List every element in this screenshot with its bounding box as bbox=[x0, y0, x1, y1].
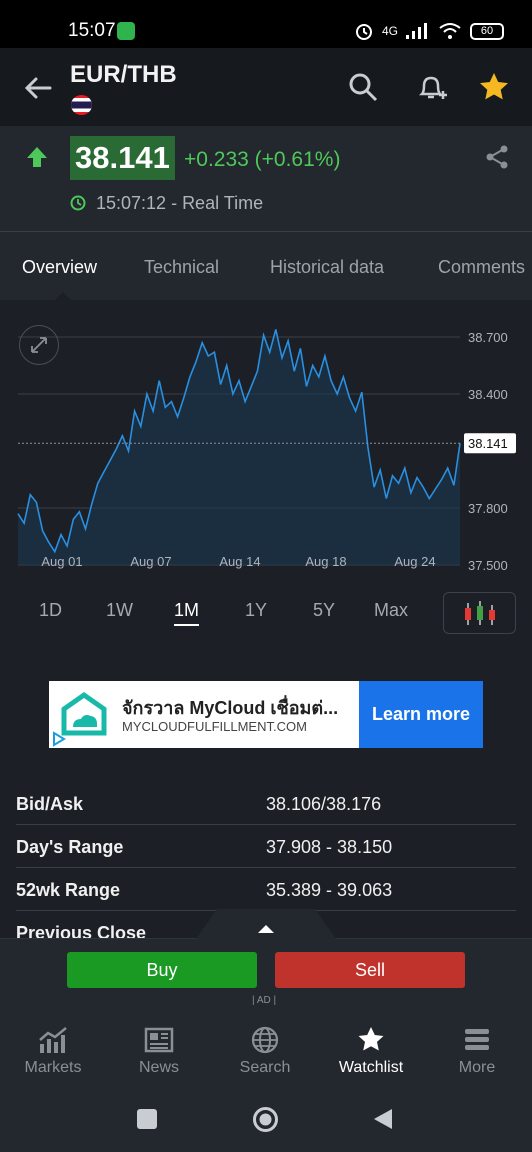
ad-url: MYCLOUDFULFILLMENT.COM bbox=[122, 719, 307, 734]
y-tick-label: 37.800 bbox=[468, 501, 508, 516]
expand-chart-button[interactable] bbox=[19, 325, 59, 365]
range-5y[interactable]: 5Y bbox=[313, 600, 335, 621]
range-max[interactable]: Max bbox=[374, 600, 408, 621]
adchoices-icon[interactable] bbox=[51, 731, 67, 747]
expand-icon bbox=[31, 337, 47, 353]
app-header: EUR/THB bbox=[0, 48, 532, 126]
nav-search[interactable]: Search bbox=[212, 1014, 318, 1090]
tab-indicator bbox=[55, 292, 71, 300]
alarm-icon bbox=[355, 24, 372, 40]
add-alert-icon[interactable] bbox=[414, 70, 448, 104]
app-notification-icon bbox=[117, 22, 135, 40]
stat-label: 52wk Range bbox=[16, 880, 121, 900]
sell-button[interactable]: Sell bbox=[275, 952, 465, 988]
nav-more[interactable]: More bbox=[424, 1014, 530, 1090]
nav-label: Markets bbox=[24, 1059, 82, 1076]
chart-area-fill bbox=[18, 329, 460, 565]
nav-label: Watchlist bbox=[338, 1059, 404, 1076]
trade-bar: Buy Sell | AD | bbox=[0, 909, 532, 1014]
star-icon[interactable] bbox=[477, 70, 511, 104]
buy-button[interactable]: Buy bbox=[67, 952, 257, 988]
y-tick-label: 38.700 bbox=[468, 330, 508, 345]
system-navigation-bar bbox=[0, 1090, 532, 1152]
ad-banner[interactable]: จักรวาล MyCloud เชื่อมต่... MYCLOUDFULFI… bbox=[49, 681, 483, 748]
current-price-label: 38.141 bbox=[468, 436, 508, 451]
range-1w[interactable]: 1W bbox=[106, 600, 133, 621]
bottom-nav: Markets News Search Watchlist More bbox=[0, 1014, 532, 1090]
x-tick-label: Aug 24 bbox=[394, 554, 435, 569]
x-tick-label: Aug 18 bbox=[305, 554, 346, 569]
section-tabs: Overview Technical Historical data Comme… bbox=[0, 232, 532, 300]
nav-label: More bbox=[458, 1059, 496, 1076]
range-1d[interactable]: 1D bbox=[39, 600, 62, 621]
back-arrow-icon[interactable] bbox=[22, 72, 54, 104]
nav-label: Search bbox=[239, 1059, 291, 1076]
menu-icon bbox=[465, 1029, 489, 1050]
home-icon[interactable] bbox=[252, 1106, 279, 1133]
star-icon bbox=[358, 1027, 384, 1051]
y-tick-label: 37.500 bbox=[468, 558, 508, 573]
status-time: 15:07 bbox=[68, 20, 116, 41]
candlestick-toggle-button[interactable] bbox=[443, 592, 516, 634]
x-tick-label: Aug 14 bbox=[219, 554, 260, 569]
y-tick-label: 38.400 bbox=[468, 387, 508, 402]
tab-technical[interactable]: Technical bbox=[144, 257, 219, 278]
price-chart[interactable]: 38.700 38.400 37.800 37.500 38.141 Aug 01 Aug … bbox=[0, 300, 532, 670]
markets-icon bbox=[39, 1027, 67, 1053]
quote-panel: 38.141 +0.233 (+0.61%) 15:07:12 - Real T… bbox=[0, 126, 532, 232]
globe-icon bbox=[251, 1026, 279, 1054]
stat-label: Day's Range bbox=[16, 837, 124, 857]
x-tick-label: Aug 01 bbox=[41, 554, 82, 569]
search-icon[interactable] bbox=[346, 70, 380, 104]
chevron-up-icon[interactable] bbox=[258, 925, 274, 933]
stat-label: Bid/Ask bbox=[16, 794, 84, 814]
stat-row: Bid/Ask 38.106/38.176 bbox=[16, 782, 516, 825]
signal-icon bbox=[406, 23, 427, 39]
stat-row: 52wk Range 35.389 - 39.063 bbox=[16, 868, 516, 911]
share-icon[interactable] bbox=[484, 144, 510, 170]
range-1y[interactable]: 1Y bbox=[245, 600, 267, 621]
tab-historical-data[interactable]: Historical data bbox=[270, 257, 384, 278]
x-tick-label: Aug 07 bbox=[130, 554, 171, 569]
back-icon[interactable] bbox=[372, 1108, 394, 1130]
trade-drawer-handle[interactable] bbox=[196, 909, 336, 939]
stat-value: 38.106/38.176 bbox=[266, 794, 382, 814]
recent-apps-icon[interactable] bbox=[136, 1108, 158, 1130]
wifi-icon bbox=[439, 23, 461, 39]
tab-overview[interactable]: Overview bbox=[22, 257, 97, 278]
network-type-icon: 4G bbox=[381, 24, 398, 38]
clock-icon bbox=[70, 195, 86, 211]
nav-label: News bbox=[138, 1059, 179, 1076]
status-bar: 15:07 4G 60 bbox=[0, 0, 532, 48]
range-1m[interactable]: 1M bbox=[174, 600, 200, 626]
stat-value: 37.908 - 38.150 bbox=[266, 837, 393, 857]
chart-svg: 38.700 38.400 37.800 37.500 38.141 Aug 01 Aug … bbox=[17, 329, 516, 573]
nav-markets[interactable]: Markets bbox=[0, 1014, 106, 1090]
price-change: +0.233 (+0.61%) bbox=[184, 148, 341, 171]
battery-icon: 60 bbox=[470, 22, 504, 40]
learn-more-button[interactable]: Learn more bbox=[359, 681, 483, 748]
tab-comments[interactable]: Comments bbox=[438, 257, 525, 278]
range-tabs: 1D 1W 1M 1Y 5Y Max bbox=[0, 592, 532, 636]
news-icon bbox=[144, 1027, 174, 1053]
stat-row: Day's Range 37.908 - 38.150 bbox=[16, 825, 516, 868]
last-price: 38.141 bbox=[70, 136, 175, 180]
nav-news[interactable]: News bbox=[106, 1014, 212, 1090]
nav-watchlist[interactable]: Watchlist bbox=[318, 1014, 424, 1090]
page-title: EUR/THB bbox=[70, 61, 177, 88]
ad-tag: | AD | bbox=[252, 995, 277, 1006]
thailand-flag-icon bbox=[71, 95, 92, 115]
up-arrow-icon bbox=[27, 147, 47, 167]
candlestick-icon bbox=[465, 601, 495, 625]
stat-value: 35.389 - 39.063 bbox=[266, 880, 393, 900]
ad-title: จักรวาล MyCloud เชื่อมต่... bbox=[122, 698, 339, 718]
status-icons: 4G 60 bbox=[354, 18, 504, 44]
quote-time: 15:07:12 - Real Time bbox=[96, 193, 264, 213]
